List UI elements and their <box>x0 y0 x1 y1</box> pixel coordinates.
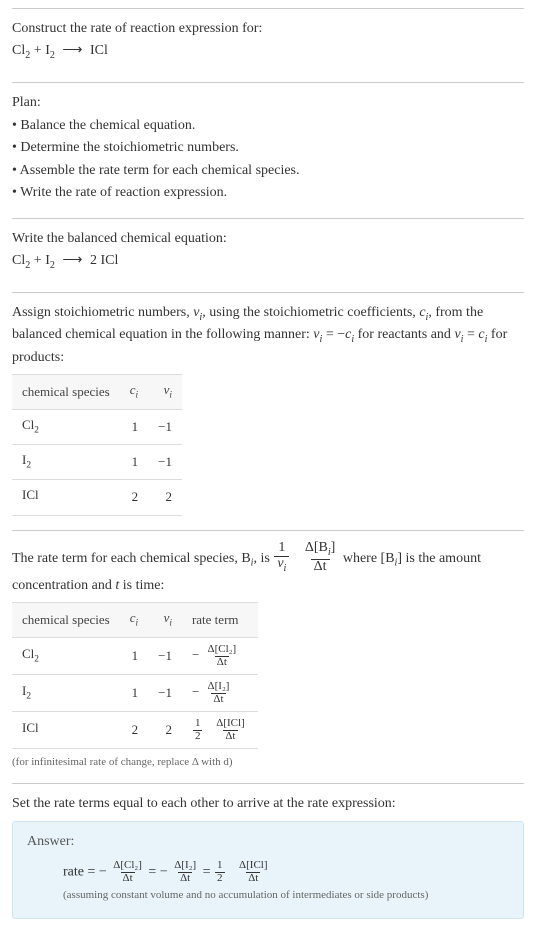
cell-rate: 1 2 Δ[ICl] Δt <box>182 712 258 749</box>
prompt-block: Construct the rate of reaction expressio… <box>12 8 524 82</box>
frac-one-over-nu: 1 νi <box>274 541 289 576</box>
setequal-text: Set the rate terms equal to each other t… <box>12 794 524 814</box>
cl2: Cl2 <box>12 253 30 268</box>
col-rate: rate term <box>182 602 258 637</box>
rate-frac: Δ[I₂] Δt <box>206 681 232 705</box>
col-c: ci <box>120 375 148 410</box>
balanced-intro: Write the balanced chemical equation: <box>12 229 524 249</box>
cell-nu: −1 <box>148 638 182 675</box>
rate-frac: Δ[Cl₂] Δt <box>206 644 239 668</box>
col-nu: νi <box>148 602 182 637</box>
col-species: chemical species <box>12 602 120 637</box>
table-header-row: chemical species ci νi <box>12 375 182 410</box>
cell-nu: 2 <box>148 712 182 749</box>
answer-assumption: (assuming constant volume and no accumul… <box>27 884 509 904</box>
balanced-block: Write the balanced chemical equation: Cl… <box>12 218 524 292</box>
icl: ICl <box>90 43 108 58</box>
cell-rate: − Δ[Cl₂] Δt <box>182 638 258 675</box>
plus: + <box>34 43 45 58</box>
arrow-icon: ⟶ <box>58 251 86 271</box>
prompt-equation: Cl2 + I2 ⟶ ICl <box>12 39 524 69</box>
table-row: Cl2 1 −1 − Δ[Cl₂] Δt <box>12 638 258 675</box>
cell-nu: −1 <box>148 675 182 712</box>
table-row: I2 1 −1 <box>12 445 182 480</box>
conclusion-block: Set the rate terms equal to each other t… <box>12 783 524 931</box>
table-row: I2 1 −1 − Δ[I₂] Δt <box>12 675 258 712</box>
stoich-table: chemical species ci νi Cl2 1 −1 I2 1 −1 … <box>12 374 182 516</box>
plan-item: • Assemble the rate term for each chemic… <box>12 160 524 182</box>
col-species: chemical species <box>12 375 120 410</box>
i2: I2 <box>45 43 55 58</box>
coef-frac: 12 <box>215 860 225 884</box>
coef-frac: 1 2 <box>193 718 203 742</box>
rate-frac: Δ[I₂]Δt <box>172 860 198 884</box>
arrow-icon: ⟶ <box>58 41 86 61</box>
rate-frac: Δ[ICl] Δt <box>214 718 246 742</box>
plus: + <box>34 253 45 268</box>
cell-nu: −1 <box>148 410 182 445</box>
i2: I2 <box>45 253 55 268</box>
assign-text: Assign stoichiometric numbers, νi, using… <box>12 303 524 368</box>
answer-box: Answer: rate = − Δ[Cl₂]Δt = − Δ[I₂]Δt = … <box>12 821 524 919</box>
col-c: ci <box>120 602 148 637</box>
cell-c: 1 <box>120 410 148 445</box>
frac-delta-b: Δ[Bi] Δt <box>302 541 339 576</box>
cell-c: 1 <box>120 445 148 480</box>
cell-nu: 2 <box>148 480 182 515</box>
answer-expression: rate = − Δ[Cl₂]Δt = − Δ[I₂]Δt = 12 Δ[ICl… <box>27 860 509 884</box>
col-nu: νi <box>148 375 182 410</box>
cl2: Cl2 <box>12 43 30 58</box>
plan-item: • Determine the stoichiometric numbers. <box>12 137 524 159</box>
cell-species: ICl <box>12 712 120 749</box>
cell-c: 2 <box>120 480 148 515</box>
prompt-intro: Construct the rate of reaction expressio… <box>12 19 524 39</box>
rateterm-block: The rate term for each chemical species,… <box>12 530 524 784</box>
plan-item: • Balance the chemical equation. <box>12 115 524 137</box>
balanced-equation: Cl2 + I2 ⟶ 2 ICl <box>12 249 524 279</box>
rate-frac: Δ[Cl₂]Δt <box>111 860 144 884</box>
cell-species: ICl <box>12 480 120 515</box>
rateterm-table: chemical species ci νi rate term Cl2 1 −… <box>12 602 258 749</box>
cell-rate: − Δ[I₂] Δt <box>182 675 258 712</box>
plan-item: • Write the rate of reaction expression. <box>12 182 524 204</box>
rate-frac: Δ[ICl]Δt <box>237 860 269 884</box>
plan-heading: Plan: <box>12 93 524 113</box>
cell-c: 1 <box>120 675 148 712</box>
table-row: ICl 2 2 1 2 Δ[ICl] Δt <box>12 712 258 749</box>
rateterm-text: The rate term for each chemical species,… <box>12 541 524 596</box>
table-header-row: chemical species ci νi rate term <box>12 602 258 637</box>
cell-species: I2 <box>12 445 120 480</box>
table-row: Cl2 1 −1 <box>12 410 182 445</box>
cell-c: 2 <box>120 712 148 749</box>
rateterm-note: (for infinitesimal rate of change, repla… <box>12 751 524 771</box>
icl: 2 ICl <box>90 253 118 268</box>
answer-label: Answer: <box>27 832 509 860</box>
cell-nu: −1 <box>148 445 182 480</box>
cell-species: Cl2 <box>12 638 120 675</box>
cell-species: I2 <box>12 675 120 712</box>
table-row: ICl 2 2 <box>12 480 182 515</box>
cell-c: 1 <box>120 638 148 675</box>
assign-block: Assign stoichiometric numbers, νi, using… <box>12 292 524 530</box>
plan-block: Plan: • Balance the chemical equation. •… <box>12 82 524 218</box>
plan-list: • Balance the chemical equation. • Deter… <box>12 113 524 206</box>
cell-species: Cl2 <box>12 410 120 445</box>
